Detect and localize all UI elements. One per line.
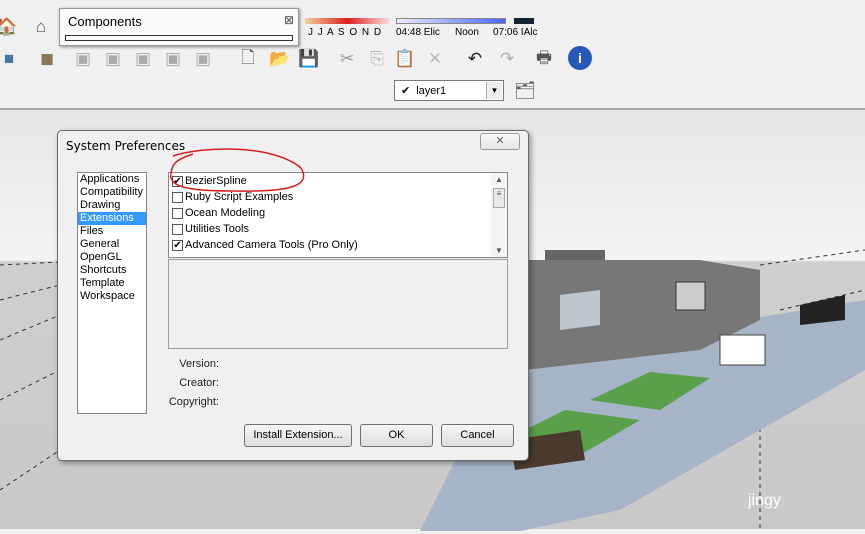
extensions-scrollbar[interactable]: ▲ ≡ ▼ [491, 173, 507, 257]
extension-item[interactable]: ✔ Advanced Camera Tools (Pro Only) [169, 237, 507, 253]
redo-icon[interactable]: ↷ [494, 46, 520, 72]
extension-description [168, 259, 508, 349]
delete-icon[interactable]: ✕ [422, 46, 448, 72]
shadow-dark [514, 18, 534, 24]
checkbox-checked[interactable]: ✔ [172, 239, 183, 251]
shadow-months: J J A S O N D [308, 27, 383, 38]
checkbox[interactable] [172, 207, 183, 219]
undo-icon[interactable]: ↶ [462, 46, 488, 72]
shadow-date-slider[interactable] [305, 18, 390, 24]
layer-select[interactable]: ✔ layer1 ▼ [394, 80, 504, 101]
extension-name: Advanced Camera Tools (Pro Only) [185, 239, 358, 251]
cancel-button[interactable]: Cancel [441, 424, 514, 447]
category-shortcuts[interactable]: Shortcuts [78, 264, 146, 277]
shadow-time-slider[interactable] [396, 18, 506, 24]
view-front-icon[interactable]: ▣ [130, 46, 156, 72]
category-files[interactable]: Files [78, 225, 146, 238]
save-icon[interactable]: 💾 [296, 46, 322, 72]
category-list[interactable]: Applications Compatibility Drawing Exten… [77, 172, 147, 414]
truck [719, 334, 766, 366]
shadow-time-end: 07:06 IAlc [493, 27, 538, 38]
category-general[interactable]: General [78, 238, 146, 251]
open-icon[interactable]: 📂 [267, 46, 293, 72]
house-window-2 [675, 281, 706, 311]
category-applications[interactable]: Applications [78, 173, 146, 186]
layer-manager-icon[interactable]: 🗂 [512, 78, 538, 104]
creator-label: Creator: [179, 377, 219, 389]
view-top-icon[interactable]: ▣ [100, 46, 126, 72]
category-drawing[interactable]: Drawing [78, 199, 146, 212]
walk-icon[interactable]: 🏠 [0, 14, 20, 40]
copy-icon[interactable]: ⎘ [364, 46, 390, 72]
chevron-down-icon[interactable]: ▼ [486, 82, 502, 99]
extension-item[interactable]: Utilities Tools [169, 221, 507, 237]
shadow-time-start: 04:48 Elic [396, 27, 440, 38]
dialog-close-button[interactable]: ✕ [480, 133, 520, 150]
category-extensions[interactable]: Extensions [78, 212, 146, 225]
components-panel: Components ⊠ [59, 8, 299, 46]
component-icon[interactable]: ◼ [34, 46, 60, 72]
cut-icon[interactable]: ✂ [334, 46, 360, 72]
category-workspace[interactable]: Workspace [78, 290, 146, 303]
new-icon[interactable]: 🗋 [235, 46, 261, 72]
annotation-circle [170, 148, 305, 192]
layer-value: layer1 [416, 84, 447, 97]
print-icon[interactable]: 🖶 [531, 46, 557, 72]
layer-check-icon: ✔ [401, 85, 411, 97]
extension-name: Ocean Modeling [185, 207, 266, 219]
components-close-button[interactable]: ⊠ [284, 13, 294, 27]
install-extension-button[interactable]: Install Extension... [244, 424, 352, 447]
paste-icon[interactable]: 📋 [392, 46, 418, 72]
view-right-icon[interactable]: ▣ [160, 46, 186, 72]
copyright-label: Copyright: [168, 396, 219, 408]
category-template[interactable]: Template [78, 277, 146, 290]
toolbar-area: 🏠 ⌂ Components ⊠ J J A S O N D 04:48 Eli… [0, 0, 865, 108]
components-title: Components [68, 14, 142, 29]
info-icon[interactable]: i [568, 46, 592, 70]
house-window [560, 290, 600, 330]
category-opengl[interactable]: OpenGL [78, 251, 146, 264]
extension-item[interactable]: Ocean Modeling [169, 205, 507, 221]
category-compatibility[interactable]: Compatibility [78, 186, 146, 199]
shadow-noon: Noon [455, 27, 479, 38]
view-iso-icon[interactable]: ▣ [70, 46, 96, 72]
extension-name: Utilities Tools [185, 223, 249, 235]
checkbox[interactable] [172, 223, 183, 235]
components-progress [65, 35, 293, 41]
house-icon[interactable]: ⌂ [28, 14, 54, 40]
cube-icon[interactable]: ■ [0, 46, 22, 72]
version-label: Version: [179, 358, 219, 370]
ok-button[interactable]: OK [360, 424, 433, 447]
view-back-icon[interactable]: ▣ [190, 46, 216, 72]
watermark: jingy [747, 492, 781, 509]
system-preferences-dialog: System Preferences ✕ Applications Compat… [57, 130, 529, 461]
